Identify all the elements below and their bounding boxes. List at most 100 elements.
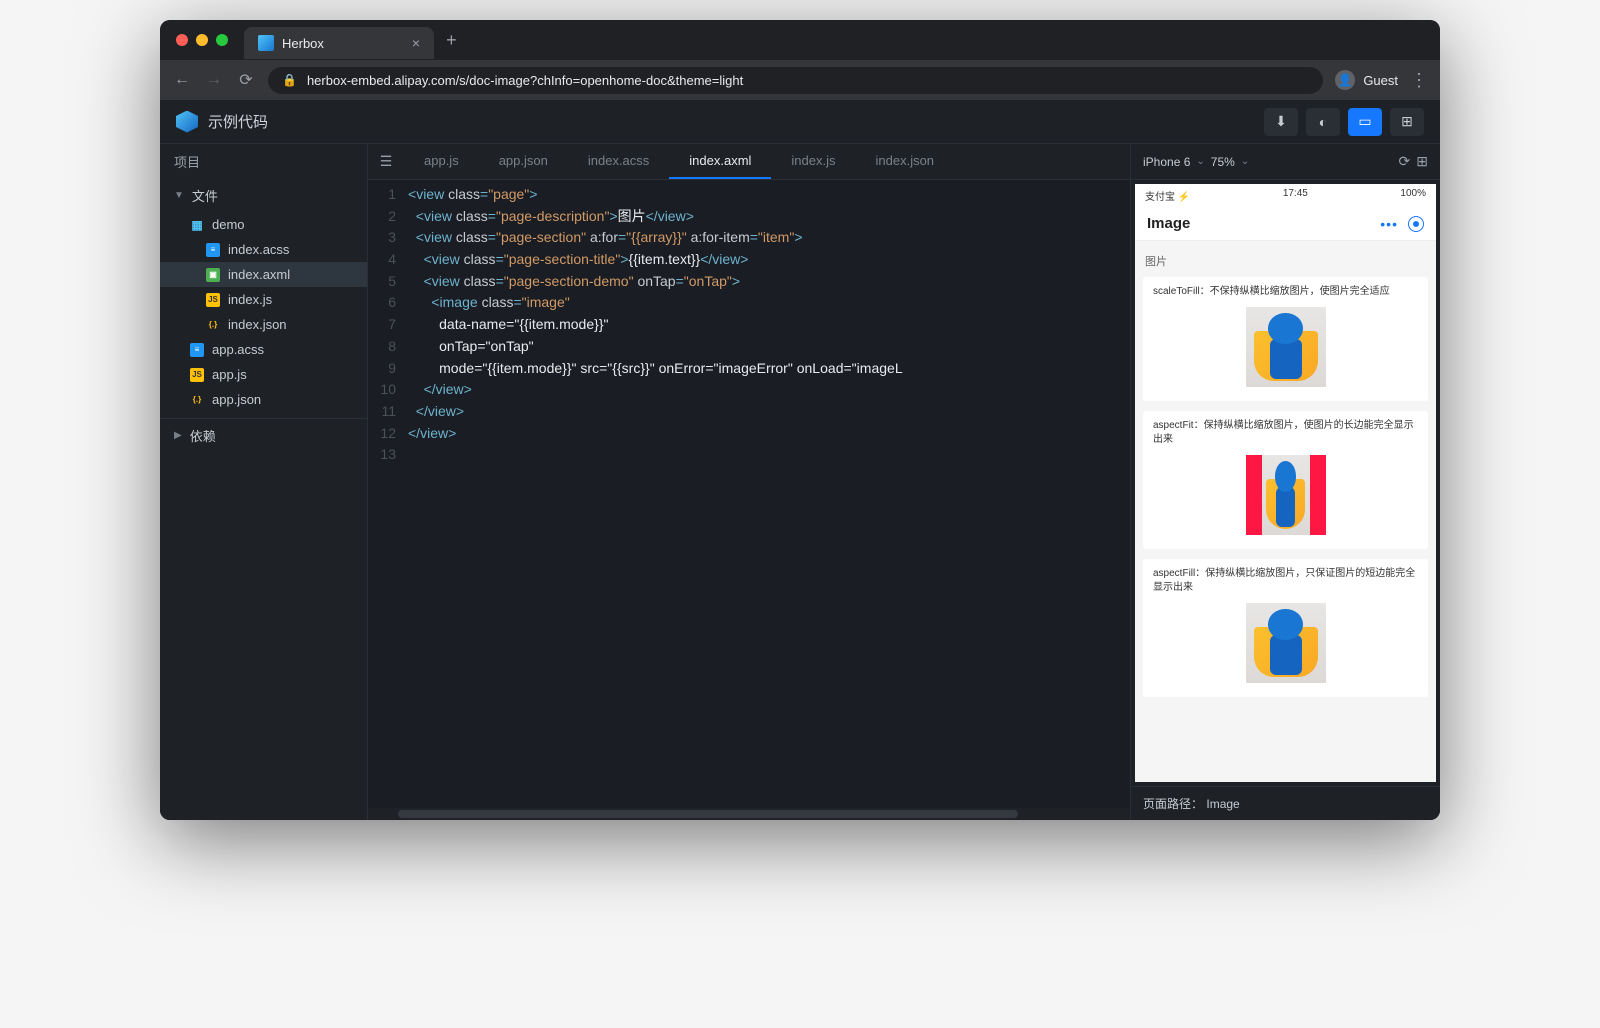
line-number: 11 [368, 401, 408, 423]
line-number: 3 [368, 227, 408, 249]
status-battery: 100% [1400, 188, 1426, 203]
code-line[interactable]: 8 onTap="onTap" [368, 336, 1130, 358]
address-bar[interactable]: 🔒 herbox-embed.alipay.com/s/doc-image?ch… [268, 67, 1323, 94]
file-index-js[interactable]: JSindex.js [160, 287, 367, 312]
chevron-down-icon: ⌄ [1241, 156, 1249, 167]
file-index-acss[interactable]: ≡index.acss [160, 237, 367, 262]
app-logo-icon [176, 111, 198, 133]
line-number: 10 [368, 379, 408, 401]
chevron-down-icon: ⌄ [1196, 156, 1204, 167]
refresh-preview-icon[interactable]: ⟳ [1399, 153, 1411, 170]
files-section-toggle[interactable]: ▼ 文件 [160, 179, 367, 212]
file-name: index.json [228, 317, 287, 332]
tab-favicon [258, 35, 274, 51]
chevron-right-icon: ▶ [174, 430, 182, 441]
axml-file-icon: ▣ [206, 268, 220, 282]
profile-button[interactable]: 👤 Guest [1335, 70, 1398, 90]
demo-image[interactable] [1246, 307, 1326, 387]
dependencies-section-toggle[interactable]: ▶ 依赖 [160, 418, 367, 452]
line-number: 12 [368, 423, 408, 445]
avatar-icon: 👤 [1335, 70, 1355, 90]
device-name: iPhone 6 [1143, 155, 1190, 169]
files-label: 文件 [192, 186, 218, 205]
css-file-icon: ≡ [206, 243, 220, 257]
theme-button[interactable]: ◐ [1306, 108, 1340, 136]
editor-tab-index-js[interactable]: index.js [771, 144, 855, 179]
device-preview-button[interactable]: ▭ [1348, 108, 1382, 136]
code-line[interactable]: 9 mode="{{item.mode}}" src="{{src}}" onE… [368, 358, 1130, 380]
file-app-json[interactable]: {.}app.json [160, 387, 367, 412]
demo-aspectFit: aspectFit：保持纵横比缩放图片，使图片的长边能完全显示出来 [1143, 411, 1428, 549]
hamburger-icon[interactable]: ☰ [368, 153, 404, 170]
url-text: herbox-embed.alipay.com/s/doc-image?chIn… [307, 73, 743, 88]
minimize-window-icon[interactable] [196, 34, 208, 46]
code-line[interactable]: 11 </view> [368, 401, 1130, 423]
file-app-js[interactable]: JSapp.js [160, 362, 367, 387]
device-selector[interactable]: iPhone 6 ⌄ [1143, 155, 1205, 169]
file-name: index.axml [228, 267, 290, 282]
code-line[interactable]: 5 <view class="page-section-demo" onTap=… [368, 271, 1130, 293]
file-index-json[interactable]: {.} index.json [160, 312, 367, 337]
demo-desc: aspectFit：保持纵横比缩放图片，使图片的长边能完全显示出来 [1153, 419, 1418, 447]
folder-name: demo [212, 217, 245, 232]
file-name: app.json [212, 392, 261, 407]
more-icon[interactable]: ••• [1380, 216, 1398, 232]
reload-button[interactable]: ⟳ [236, 70, 256, 90]
demo-aspectFill: aspectFill：保持纵横比缩放图片，只保证图片的短边能完全显示出来 [1143, 559, 1428, 697]
code-line[interactable]: 4 <view class="page-section-title">{{ite… [368, 249, 1130, 271]
profile-label: Guest [1363, 73, 1398, 88]
project-heading: 项目 [160, 144, 367, 179]
preview-nav-title: Image [1147, 215, 1190, 232]
code-line[interactable]: 12</view> [368, 423, 1130, 445]
status-time: 17:45 [1283, 188, 1308, 203]
preview-section-label: 图片 [1143, 249, 1428, 277]
code-line[interactable]: 2 <view class="page-description">图片</vie… [368, 206, 1130, 228]
browser-menu-icon[interactable]: ⋮ [1410, 70, 1428, 91]
demo-image[interactable] [1246, 603, 1326, 683]
horizontal-scrollbar[interactable] [368, 808, 1130, 820]
editor-tab-app-js[interactable]: app.js [404, 144, 479, 179]
code-line[interactable]: 6 <image class="image" [368, 292, 1130, 314]
folder-demo[interactable]: ▦ demo [160, 212, 367, 237]
back-button[interactable]: ← [172, 71, 192, 89]
code-line[interactable]: 10 </view> [368, 379, 1130, 401]
editor-tab-index-acss[interactable]: index.acss [568, 144, 669, 179]
download-button[interactable]: ⬇ [1264, 108, 1298, 136]
file-app-acss[interactable]: ≡app.acss [160, 337, 367, 362]
footer-label: 页面路径： [1143, 797, 1203, 811]
target-icon[interactable] [1408, 216, 1424, 232]
json-file-icon: {.} [206, 318, 220, 332]
js-file-icon: JS [190, 368, 204, 382]
line-number: 5 [368, 271, 408, 293]
line-number: 2 [368, 206, 408, 228]
editor-tab-index-axml[interactable]: index.axml [669, 144, 771, 179]
preview-footer: 页面路径： Image [1131, 786, 1440, 820]
grid-button[interactable]: ⊞ [1390, 108, 1424, 136]
layout-icon[interactable]: ⊞ [1416, 153, 1428, 170]
file-index-axml[interactable]: ▣ index.axml [160, 262, 367, 287]
code-line[interactable]: 1<view class="page"> [368, 184, 1130, 206]
browser-tab[interactable]: Herbox × [244, 27, 434, 59]
forward-button[interactable]: → [204, 71, 224, 89]
js-file-icon: JS [206, 293, 220, 307]
editor-tab-index-json[interactable]: index.json [856, 144, 955, 179]
close-window-icon[interactable] [176, 34, 188, 46]
maximize-window-icon[interactable] [216, 34, 228, 46]
zoom-value: 75% [1211, 155, 1235, 169]
code-line[interactable]: 3 <view class="page-section" a:for="{{ar… [368, 227, 1130, 249]
folder-icon: ▦ [190, 218, 204, 232]
line-number: 1 [368, 184, 408, 206]
close-tab-icon[interactable]: × [412, 35, 420, 51]
editor-tab-app-json[interactable]: app.json [479, 144, 568, 179]
demo-desc: scaleToFill：不保持纵横比缩放图片，使图片完全适应 [1153, 285, 1418, 299]
line-number: 4 [368, 249, 408, 271]
window-traffic-lights[interactable] [176, 34, 228, 46]
code-line[interactable]: 13 [368, 444, 1130, 466]
zoom-selector[interactable]: 75% ⌄ [1211, 155, 1249, 169]
code-line[interactable]: 7 data-name="{{item.mode}}" [368, 314, 1130, 336]
line-number: 7 [368, 314, 408, 336]
chevron-down-icon: ▼ [174, 190, 184, 201]
new-tab-button[interactable]: + [446, 30, 457, 51]
page-title: 示例代码 [208, 111, 268, 132]
demo-image[interactable] [1246, 455, 1326, 535]
